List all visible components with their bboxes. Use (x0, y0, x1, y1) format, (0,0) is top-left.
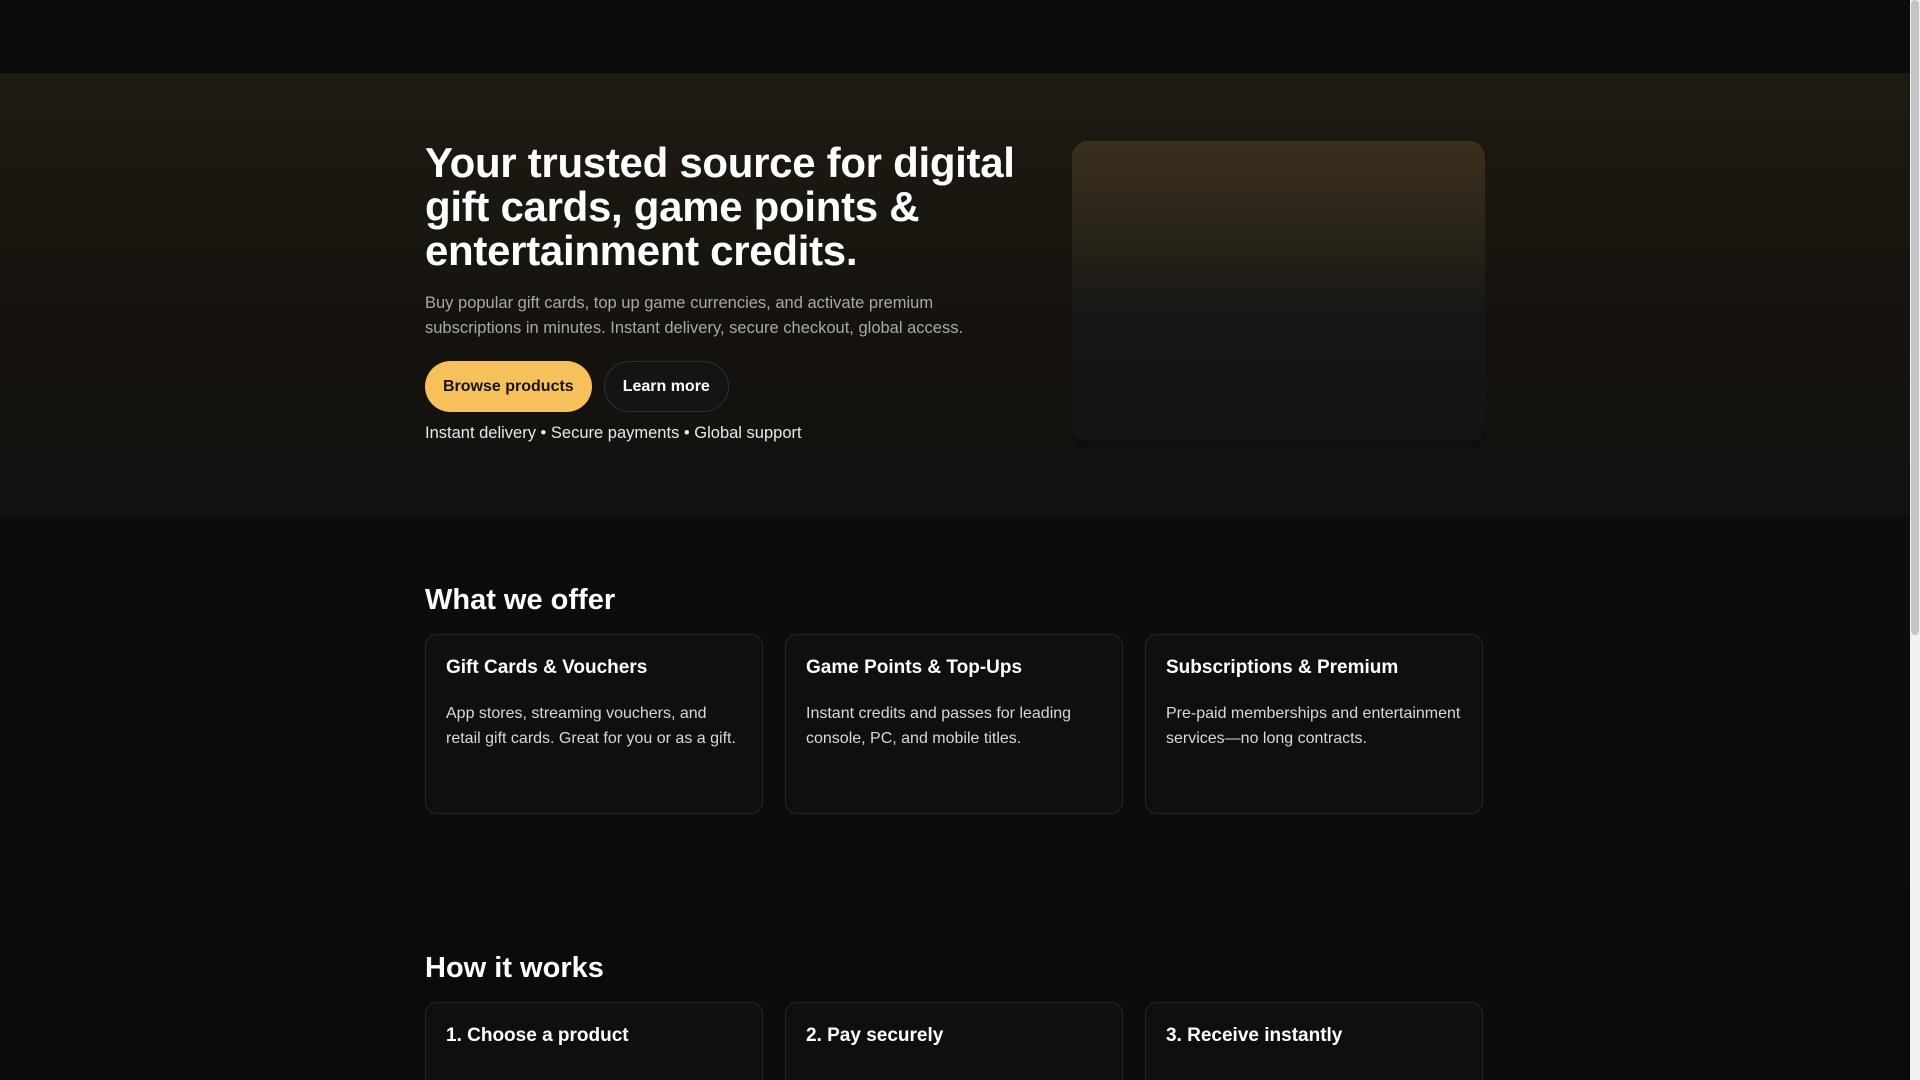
card-text: Instant credits and passes for leading c… (806, 705, 1072, 747)
step-title: 1. Choose a product (446, 1025, 629, 1046)
how-it-works-title: How it works (425, 952, 604, 984)
hero-section: Your trusted source for digital gift car… (0, 73, 1910, 518)
hero-features: Instant delivery • Secure payments • Glo… (425, 424, 802, 442)
step-title: 2. Pay securely (806, 1025, 944, 1046)
how-it-works-cards: 1. Choose a product 2. Pay securely 3. R… (425, 1002, 1485, 1080)
hero-subtitle: Buy popular gift cards, top up game curr… (425, 294, 964, 337)
how-it-works-section: How it works 1. Choose a product 2. Pay … (0, 882, 1910, 1080)
offer-section: What we offer Gift Cards & Vouchers App … (0, 518, 1910, 882)
hero-content: Your trusted source for digital gift car… (425, 141, 1035, 443)
step-card-pay: 2. Pay securely (785, 1002, 1123, 1080)
browse-products-button[interactable]: Browse products (425, 361, 592, 412)
card-title: Game Points & Top-Ups (806, 657, 1023, 678)
offer-card-gift-cards: Gift Cards & Vouchers App stores, stream… (425, 634, 763, 814)
card-text: App stores, streaming vouchers, and reta… (446, 705, 736, 747)
page: Your trusted source for digital gift car… (0, 0, 1910, 1080)
card-title: Subscriptions & Premium (1166, 657, 1399, 678)
learn-more-button[interactable]: Learn more (603, 361, 729, 412)
step-card-choose: 1. Choose a product (425, 1002, 763, 1080)
step-card-receive: 3. Receive instantly (1145, 1002, 1483, 1080)
step-title: 3. Receive instantly (1166, 1025, 1343, 1046)
offer-title: What we offer (425, 584, 616, 616)
top-bar (0, 0, 1910, 73)
hero-buttons: Browse products Learn more (425, 361, 1035, 412)
offer-card-subscriptions: Subscriptions & Premium Pre-paid members… (1145, 634, 1483, 814)
vertical-scrollbar[interactable] (1910, 0, 1920, 1080)
card-title: Gift Cards & Vouchers (446, 657, 648, 678)
hero-image (1072, 141, 1485, 441)
offer-cards: Gift Cards & Vouchers App stores, stream… (425, 634, 1485, 814)
hero-container: Your trusted source for digital gift car… (425, 141, 1485, 461)
scrollbar-thumb[interactable] (1911, 0, 1919, 635)
offer-card-game-points: Game Points & Top-Ups Instant credits an… (785, 634, 1123, 814)
hero-title: Your trusted source for digital gift car… (425, 139, 1015, 274)
card-text: Pre-paid memberships and entertainment s… (1166, 705, 1461, 747)
